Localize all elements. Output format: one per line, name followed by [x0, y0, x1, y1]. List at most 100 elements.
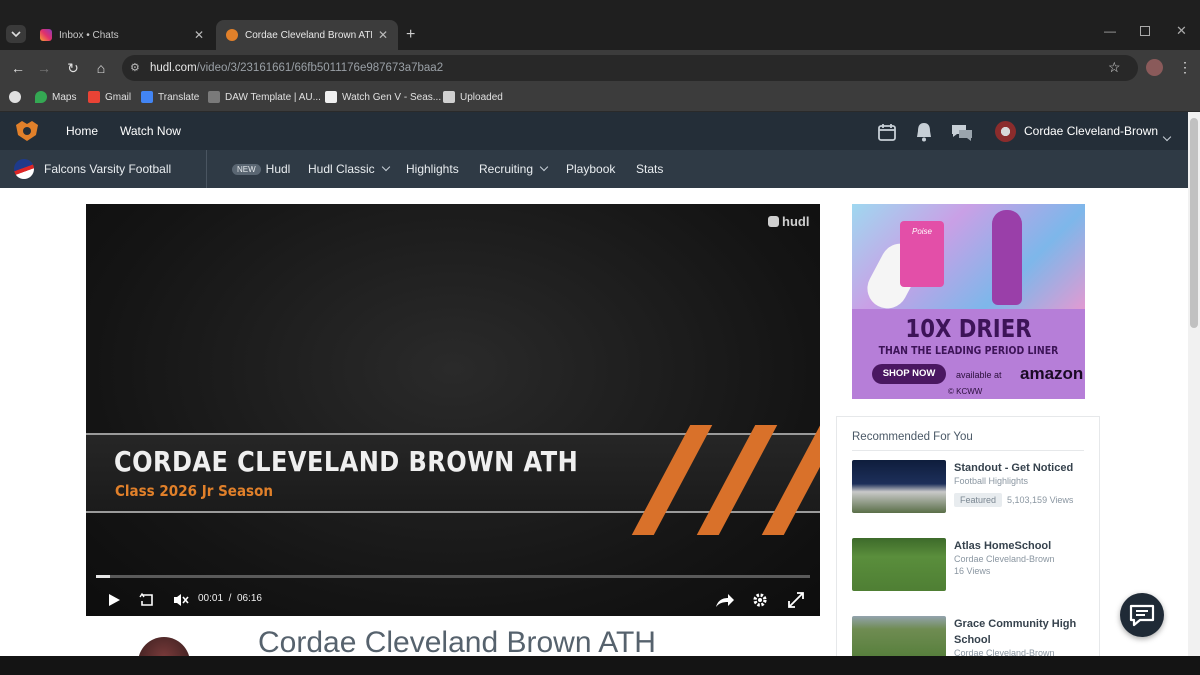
bookmark-watch-gen-v[interactable]: Watch Gen V - Seas... [325, 91, 441, 103]
settings-gear-icon[interactable] [751, 591, 769, 609]
stripe [696, 425, 778, 535]
hudl-logo-icon[interactable] [14, 119, 40, 143]
bookmark-star-icon[interactable]: ☆ [1108, 59, 1121, 76]
minimize-window-button[interactable]: — [1104, 24, 1116, 38]
hudl-watermark: hudl [768, 214, 809, 229]
chevron-down-icon [381, 162, 390, 172]
tab-label: Inbox • Chats [59, 29, 119, 41]
home-icon[interactable]: ⌂ [93, 60, 109, 76]
tab-inbox-chats[interactable]: Inbox • Chats ✕ [30, 20, 214, 50]
hudl-logo-icon [768, 216, 779, 227]
tab-label: Cordae Cleveland Brown ATH C [245, 29, 372, 41]
video-thumbnail[interactable] [852, 460, 946, 513]
share-icon[interactable] [714, 591, 736, 609]
mute-icon[interactable] [172, 592, 190, 608]
page-content: hudl CORDAE CLEVELAND BROWN ATH Class 20… [0, 188, 1188, 656]
ad-person [992, 210, 1022, 305]
notification-bell-icon[interactable] [913, 121, 935, 143]
browser-menu-icon[interactable]: ⋮ [1178, 59, 1192, 76]
recommended-item[interactable]: Atlas HomeSchool Cordae Cleveland-Brown … [852, 538, 1092, 598]
bookmark-daw-template[interactable]: DAW Template | AU... [208, 91, 321, 103]
divider [206, 150, 207, 188]
subnav-recruiting[interactable]: Recruiting [479, 162, 549, 176]
team-logo [14, 159, 34, 179]
advertisement[interactable]: Poise 10X DRIER THAN THE LEADING PERIOD … [852, 204, 1085, 399]
calendar-icon[interactable] [877, 122, 897, 142]
page-scrollbar[interactable] [1188, 112, 1200, 656]
site-info-icon[interactable]: ⚙ [130, 61, 140, 74]
recommended-title[interactable]: Atlas HomeSchool [954, 538, 1089, 554]
bookmarks-globe-icon[interactable] [9, 91, 26, 103]
monitor-icon [443, 91, 455, 103]
team-name[interactable]: Falcons Varsity Football [44, 162, 171, 176]
translate-icon [141, 91, 153, 103]
close-tab-icon[interactable]: ✕ [378, 28, 388, 42]
recommended-item[interactable]: Grace Community High School Cordae Cleve… [852, 616, 1092, 656]
subnav-highlights[interactable]: Highlights [406, 162, 459, 176]
chevron-down-icon[interactable] [1162, 132, 1172, 142]
restore-window-button[interactable] [1140, 26, 1150, 36]
video-thumbnail[interactable] [852, 538, 946, 591]
chat-bubble-icon [1129, 604, 1155, 627]
nav-watch-now[interactable]: Watch Now [120, 124, 181, 138]
recommended-title[interactable]: Standout - Get Noticed [954, 460, 1089, 476]
address-bar[interactable]: ⚙ hudl.com/video/3/23161661/66fb5011176e… [122, 55, 1138, 81]
team-sub-nav: Falcons Varsity Football NEW Hudl Hudl Cl… [0, 150, 1188, 188]
reload-icon[interactable]: ↻ [65, 60, 81, 76]
video-thumbnail[interactable] [852, 616, 946, 656]
forward-arrow-icon[interactable]: → [36, 60, 52, 76]
view-count: 16 Views [954, 566, 991, 576]
back-arrow-icon[interactable]: ← [10, 60, 26, 76]
nav-home[interactable]: Home [66, 124, 98, 138]
recommended-title[interactable]: Grace Community High School [954, 616, 1089, 648]
user-name[interactable]: Cordae Cleveland-Brown [1024, 124, 1158, 138]
bookmark-maps[interactable]: Maps [35, 91, 76, 103]
url-path: /video/3/23161661/66fb5011176e987673a7ba… [196, 62, 444, 74]
ad-shop-now-button[interactable]: SHOP NOW [872, 364, 946, 384]
tab-hudl-video[interactable]: Cordae Cleveland Brown ATH C ✕ [216, 20, 398, 50]
image-icon [208, 91, 220, 103]
recommended-header: Recommended For You [852, 431, 973, 443]
bookmark-gmail[interactable]: Gmail [88, 91, 131, 103]
amazon-icon [325, 91, 337, 103]
new-tab-button[interactable]: + [406, 26, 415, 44]
duration: 06:16 [236, 593, 262, 604]
scrollbar-thumb[interactable] [1190, 118, 1198, 328]
stripe [631, 425, 713, 535]
ad-retailer: amazon [1020, 364, 1084, 383]
subnav-stats[interactable]: Stats [636, 162, 663, 176]
profile-avatar[interactable] [1146, 59, 1163, 76]
subnav-hudl[interactable]: NEW Hudl [232, 162, 290, 176]
hudl-logo-icon [226, 29, 238, 41]
recommended-item[interactable]: Standout - Get Noticed Football Highligh… [852, 460, 1092, 520]
bookmark-uploaded[interactable]: Uploaded [443, 91, 503, 103]
close-tab-icon[interactable]: ✕ [194, 28, 204, 42]
divider [852, 450, 1084, 451]
close-window-button[interactable]: ✕ [1176, 23, 1187, 39]
url-host: hudl.com [150, 62, 197, 74]
fullscreen-icon[interactable] [787, 591, 805, 609]
hudl-top-nav: Home Watch Now Cordae Cleveland-Brown [0, 112, 1188, 150]
video-player[interactable]: hudl CORDAE CLEVELAND BROWN ATH Class 20… [86, 204, 820, 616]
recommended-subtitle: Cordae Cleveland-Brown [954, 554, 1055, 564]
browser-toolbar: ← → ↻ ⌂ ⚙ hudl.com/video/3/23161661/66fb… [0, 50, 1200, 86]
bookmark-translate[interactable]: Translate [141, 91, 199, 103]
new-badge: NEW [232, 164, 261, 175]
messages-icon[interactable] [950, 122, 974, 142]
subnav-hudl-classic[interactable]: Hudl Classic [308, 162, 390, 176]
athlete-avatar[interactable] [138, 637, 190, 656]
user-avatar[interactable] [995, 121, 1016, 142]
rewind-10-icon[interactable] [138, 591, 156, 609]
subnav-playbook[interactable]: Playbook [566, 162, 615, 176]
tab-search-button[interactable] [6, 25, 26, 43]
page-title: Cordae Cleveland Brown ATH [258, 626, 656, 656]
stripe [761, 425, 820, 535]
video-progress-bar[interactable] [96, 575, 810, 578]
play-icon[interactable] [106, 592, 122, 608]
bookmarks-bar: Maps Gmail Translate DAW Template | AU..… [0, 86, 1200, 112]
banner-title: CORDAE CLEVELAND BROWN ATH [114, 445, 579, 478]
featured-tag: Featured [954, 493, 1003, 507]
current-time: 00:01 [198, 593, 224, 604]
chevron-down-icon [539, 162, 549, 172]
chat-button[interactable] [1120, 593, 1164, 637]
